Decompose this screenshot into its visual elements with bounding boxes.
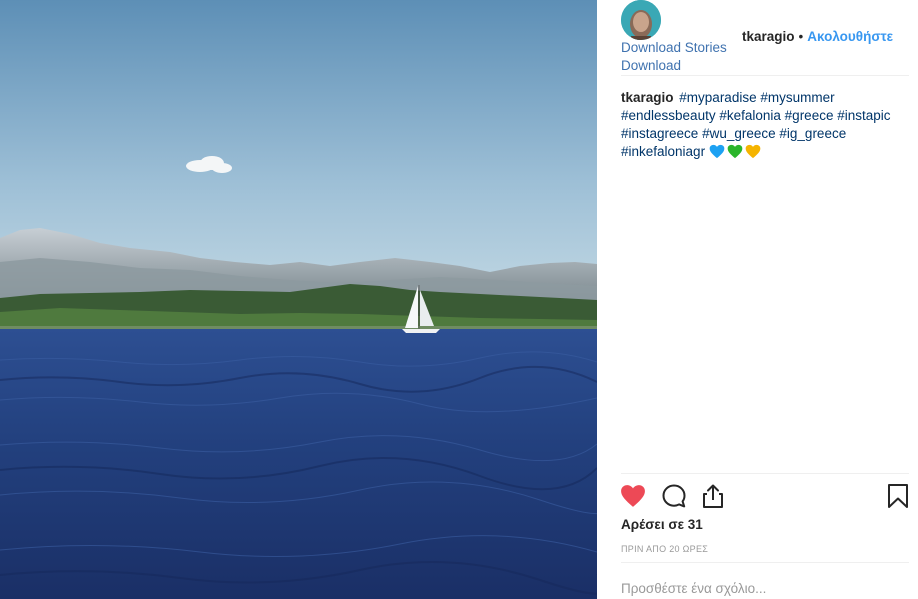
bookmark-icon [888, 484, 908, 508]
hashtag-link[interactable]: #greece [785, 108, 834, 123]
post-header: Download Stories Download tkaragio • Ακολο… [621, 0, 909, 76]
hashtag-link[interactable]: #kefalonia [719, 108, 781, 123]
actions-divider [621, 473, 909, 474]
hashtag-link[interactable]: #inkefaloniagr [621, 144, 705, 159]
comment-icon [662, 484, 686, 508]
separator-dot: • [798, 29, 804, 44]
hashtag-link[interactable]: #mysummer [760, 90, 834, 105]
yellow-heart-emoji [745, 144, 761, 159]
avatar[interactable] [621, 0, 661, 40]
hashtag-link[interactable]: #endlessbeauty [621, 108, 716, 123]
user-line: tkaragio • Ακολουθήστε [742, 29, 893, 44]
seascape-image [0, 0, 597, 599]
avatar-image [621, 0, 661, 40]
hashtag-link[interactable]: #instagreece [621, 126, 698, 141]
green-heart-emoji [727, 144, 743, 159]
heart-icon [621, 485, 645, 507]
caption-username[interactable]: tkaragio [621, 90, 674, 105]
hashtag-link[interactable]: #wu_greece [702, 126, 776, 141]
post-timestamp[interactable]: ΠΡΙΝ ΑΠΟ 20 ΩΡΕΣ [621, 544, 708, 554]
hashtag-link[interactable]: #myparadise [679, 90, 756, 105]
hashtag-link[interactable]: #instapic [837, 108, 890, 123]
caption: tkaragio #myparadise #mysummer #endlessb… [621, 89, 907, 161]
likes-count[interactable]: Αρέσει σε 31 [621, 517, 703, 532]
hashtag-link[interactable]: #ig_greece [779, 126, 846, 141]
share-icon [703, 484, 723, 508]
follow-button[interactable]: Ακολουθήστε [807, 29, 893, 44]
comment-divider [621, 562, 909, 563]
comment-button[interactable] [660, 482, 688, 510]
post-side-panel: Download Stories Download tkaragio • Ακολο… [597, 0, 918, 599]
like-button[interactable] [619, 482, 647, 510]
download-stories-link[interactable]: Download Stories [621, 40, 727, 55]
post-photo[interactable] [0, 0, 597, 599]
blue-heart-emoji [709, 144, 725, 159]
username-link[interactable]: tkaragio [742, 29, 795, 44]
download-link[interactable]: Download [621, 58, 681, 73]
comment-input[interactable] [621, 578, 891, 598]
share-button[interactable] [699, 482, 727, 510]
save-button[interactable] [884, 482, 912, 510]
